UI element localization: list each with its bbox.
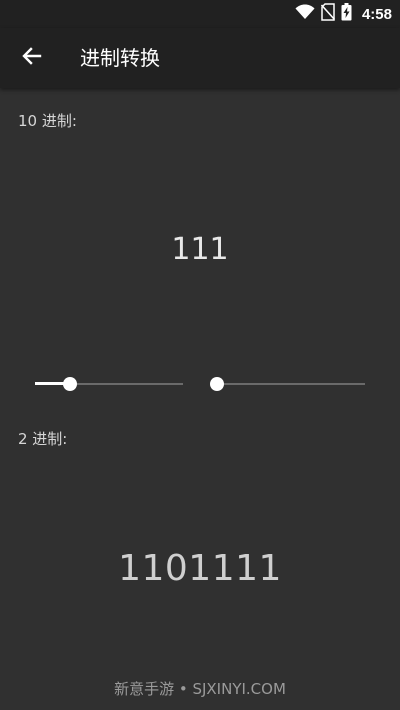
binary-value: 1101111 xyxy=(118,548,282,589)
arrow-left-icon xyxy=(22,47,42,69)
binary-label: 2 进制: xyxy=(18,430,68,448)
page-title: 进制转换 xyxy=(80,46,160,70)
decimal-value: 111 xyxy=(171,232,229,267)
decimal-label: 10 进制: xyxy=(18,112,77,130)
wifi-icon xyxy=(295,4,315,24)
status-icons: 4:58 xyxy=(295,3,392,25)
status-time: 4:58 xyxy=(361,5,392,23)
slider-left-thumb[interactable] xyxy=(62,377,77,391)
status-bar: 4:58 xyxy=(0,0,400,28)
slider-left[interactable] xyxy=(35,374,183,394)
watermark: 新意手游 • SJXINYI.COM xyxy=(114,680,286,698)
slider-right-thumb[interactable] xyxy=(210,377,225,391)
no-sim-icon xyxy=(320,3,336,25)
back-button[interactable] xyxy=(14,40,50,76)
slider-right-track xyxy=(211,383,365,385)
app-bar: 进制转换 xyxy=(0,28,400,88)
battery-charging-icon xyxy=(341,3,352,25)
slider-right[interactable] xyxy=(210,374,365,394)
